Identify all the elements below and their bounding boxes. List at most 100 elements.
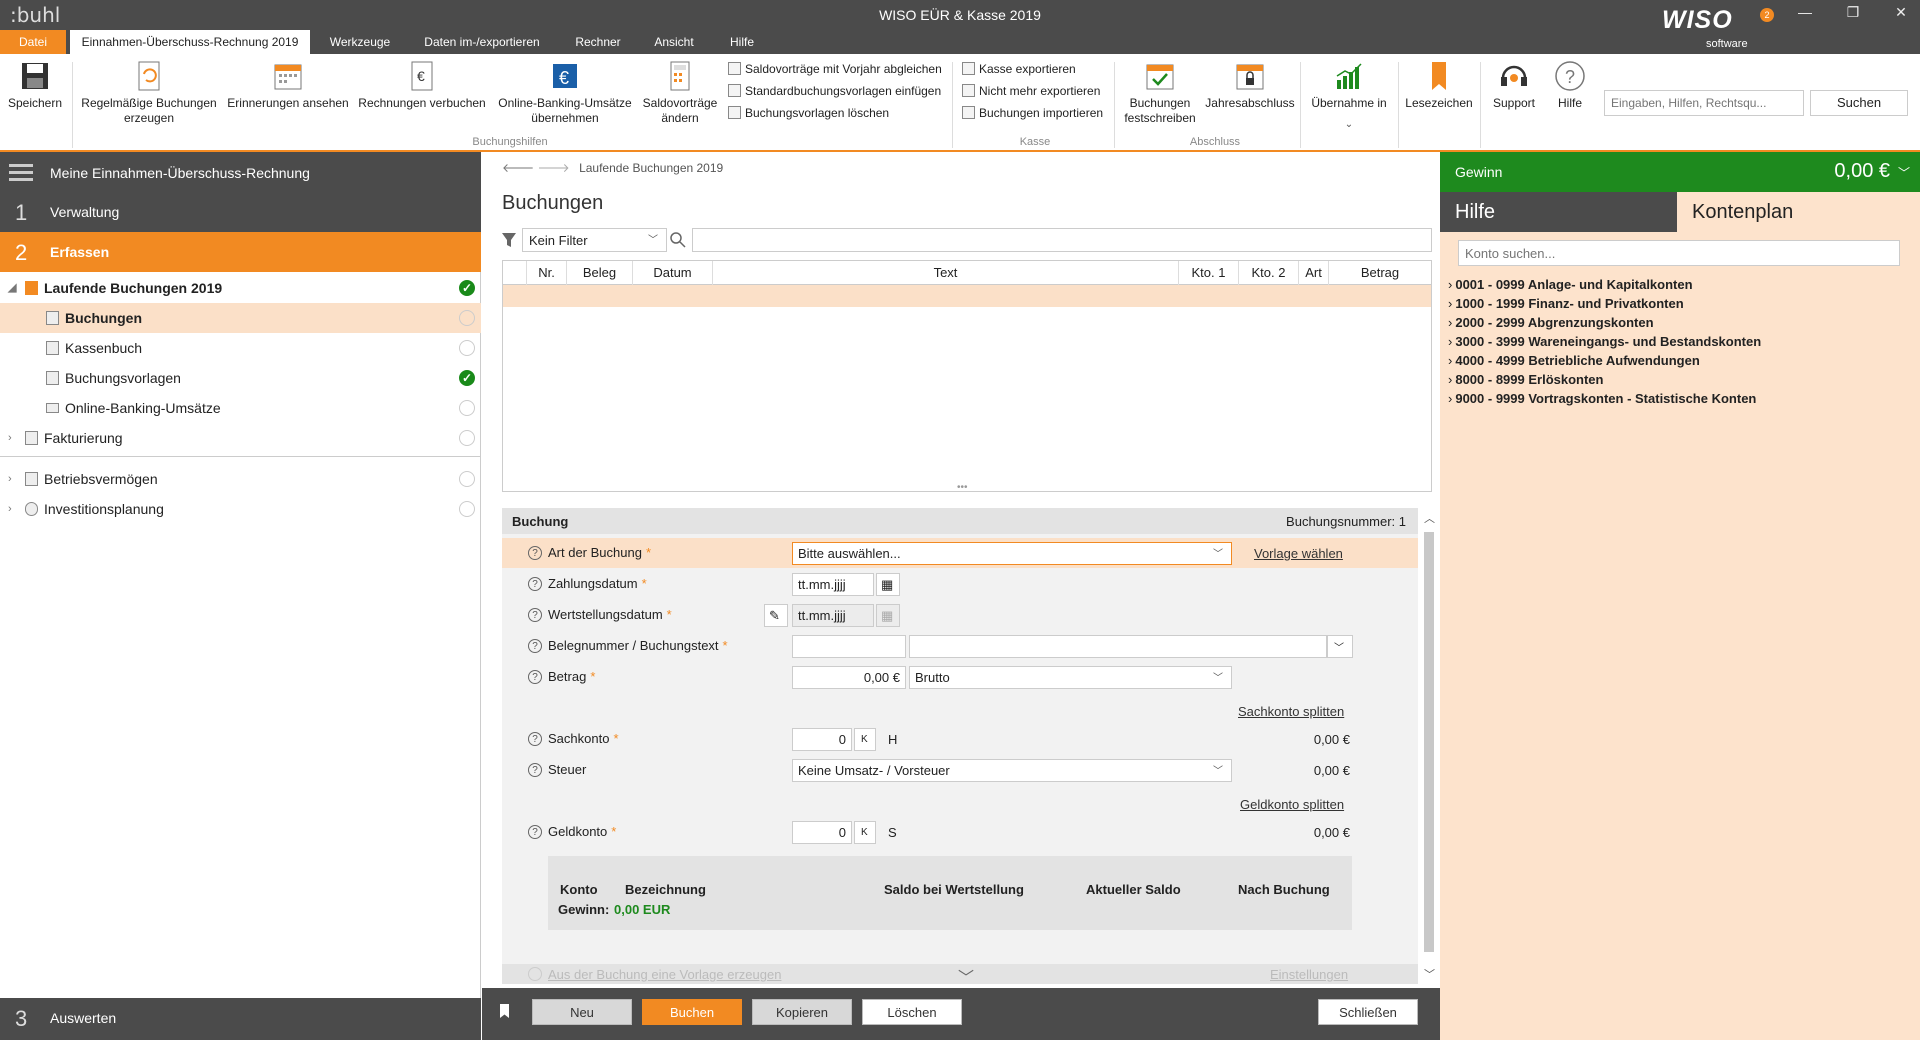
- tab-euer[interactable]: Einnahmen-Überschuss-Rechnung 2019: [70, 30, 310, 54]
- payment-date-input[interactable]: tt.mm.jjjj: [792, 573, 874, 596]
- export-cash-button[interactable]: Kasse exportieren: [962, 60, 1076, 78]
- step-verwaltung[interactable]: 1 Verwaltung: [0, 192, 481, 232]
- grid-search-input[interactable]: [692, 228, 1432, 252]
- money-account-input[interactable]: 0: [792, 821, 852, 844]
- delete-templates-button[interactable]: Buchungsvorlagen löschen: [728, 104, 889, 122]
- art-select[interactable]: Bitte auswählen... ﹀: [792, 542, 1232, 565]
- account-search-input[interactable]: [1458, 240, 1900, 266]
- sidebar-item-fakturierung[interactable]: › Fakturierung: [0, 423, 481, 453]
- document-number-input[interactable]: [792, 635, 906, 658]
- amount-input[interactable]: 0,00 €: [792, 666, 906, 689]
- chevron-down-icon[interactable]: ﹀: [1898, 164, 1910, 181]
- tab-kontenplan[interactable]: Kontenplan: [1677, 192, 1920, 232]
- chevron-down-icon[interactable]: ⌄: [1306, 117, 1392, 132]
- stop-export-button[interactable]: Nicht mehr exportieren: [962, 82, 1100, 100]
- help-circle-icon[interactable]: ?: [528, 608, 542, 622]
- step-auswerten[interactable]: 3 Auswerten: [0, 998, 481, 1040]
- account-lookup-button[interactable]: K: [854, 728, 876, 751]
- sidebar-item-online-banking[interactable]: Online-Banking-Umsätze: [0, 393, 481, 423]
- close-button[interactable]: Schließen: [1318, 999, 1418, 1025]
- ribbon-search-input[interactable]: [1604, 90, 1804, 116]
- account-lookup-button[interactable]: K: [854, 821, 876, 844]
- step-erfassen[interactable]: 2 Erfassen: [0, 232, 481, 272]
- account-group-item[interactable]: › 0001 - 0999 Anlage- und Kapitalkonten: [1448, 275, 1693, 294]
- sidebar-item-investitionsplanung[interactable]: › Investitionsplanung: [0, 494, 481, 524]
- chevron-down-icon[interactable]: ﹀: [958, 964, 974, 988]
- account-group-item[interactable]: › 9000 - 9999 Vortragskonten - Statistisc…: [1448, 389, 1756, 408]
- column-kto2[interactable]: Kto. 2: [1239, 261, 1299, 285]
- sidebar-item-buchungen[interactable]: Buchungen: [0, 303, 481, 333]
- copy-button[interactable]: Kopieren: [752, 999, 852, 1025]
- pencil-icon[interactable]: ✎: [764, 604, 788, 627]
- bookmark-icon[interactable]: [500, 1004, 509, 1018]
- ledger-account-input[interactable]: 0: [792, 728, 852, 751]
- tax-select[interactable]: Keine Umsatz- / Vorsteuer ﹀: [792, 759, 1232, 782]
- tab-ansicht[interactable]: Ansicht: [644, 30, 704, 54]
- save-button[interactable]: Speichern: [4, 60, 66, 111]
- calendar-icon[interactable]: ▦: [876, 573, 900, 596]
- account-group-item[interactable]: › 1000 - 1999 Finanz- und Privatkonten: [1448, 294, 1684, 313]
- help-circle-icon[interactable]: ?: [528, 732, 542, 746]
- chevron-right-icon[interactable]: ›: [8, 423, 12, 453]
- maximize-icon[interactable]: ❐: [1838, 4, 1868, 26]
- settings-link[interactable]: Einstellungen: [1270, 967, 1348, 982]
- account-group-item[interactable]: › 4000 - 4999 Betriebliche Aufwendungen: [1448, 351, 1700, 370]
- table-row[interactable]: [503, 285, 1431, 307]
- delete-button[interactable]: Löschen: [862, 999, 962, 1025]
- recurring-bookings-button[interactable]: Regelmäßige Buchungen erzeugen: [80, 60, 218, 126]
- ribbon-search-button[interactable]: Suchen: [1810, 90, 1908, 116]
- sidebar-item-laufende-buchungen[interactable]: ◢ Laufende Buchungen 2019: [0, 273, 481, 303]
- resize-handle-icon[interactable]: •••: [957, 482, 968, 493]
- help-button[interactable]: ? Hilfe: [1546, 60, 1594, 111]
- invoices-button[interactable]: € Rechnungen verbuchen: [356, 60, 488, 111]
- choose-template-link[interactable]: Vorlage wählen: [1254, 546, 1343, 561]
- compare-balances-button[interactable]: Saldovorträge mit Vorjahr abgleichen: [728, 60, 942, 78]
- column-datum[interactable]: Datum: [633, 261, 713, 285]
- scrollbar-thumb[interactable]: [1424, 532, 1434, 952]
- hamburger-menu-icon[interactable]: [9, 164, 33, 182]
- annual-closing-button[interactable]: Jahresabschluss: [1204, 60, 1296, 111]
- booking-text-input[interactable]: [909, 635, 1327, 658]
- support-button[interactable]: Support: [1486, 60, 1542, 111]
- help-circle-icon[interactable]: ?: [528, 670, 542, 684]
- chevron-right-icon[interactable]: ›: [8, 464, 12, 494]
- split-account-link[interactable]: Sachkonto splitten: [1238, 704, 1344, 719]
- filter-select[interactable]: Kein Filter ﹀: [522, 228, 667, 252]
- chevron-up-icon[interactable]: ︿: [1424, 510, 1435, 526]
- value-date-input[interactable]: tt.mm.jjjj: [792, 604, 874, 627]
- column-art[interactable]: Art: [1299, 261, 1329, 285]
- column-nr[interactable]: Nr.: [527, 261, 567, 285]
- chevron-down-icon[interactable]: ﹀: [1327, 635, 1353, 658]
- online-banking-button[interactable]: € Online-Banking-Umsätze übernehmen: [494, 60, 636, 126]
- account-group-item[interactable]: › 2000 - 2999 Abgrenzungskonten: [1448, 313, 1654, 332]
- create-template-link[interactable]: Aus der Buchung eine Vorlage erzeugen: [548, 967, 781, 982]
- account-group-item[interactable]: › 3000 - 3999 Wareneingangs- und Bestands…: [1448, 332, 1761, 351]
- book-button[interactable]: Buchen: [642, 999, 742, 1025]
- column-beleg[interactable]: Beleg: [567, 261, 633, 285]
- new-button[interactable]: Neu: [532, 999, 632, 1025]
- tab-hilfe[interactable]: Hilfe: [716, 30, 768, 54]
- takeover-button[interactable]: Übernahme in ⌄: [1306, 60, 1392, 132]
- import-bookings-button[interactable]: Buchungen importieren: [962, 104, 1103, 122]
- tab-datei[interactable]: Datei: [0, 30, 66, 54]
- column-betrag[interactable]: Betrag: [1329, 261, 1431, 285]
- chevron-down-icon[interactable]: ﹀: [1424, 966, 1435, 982]
- balances-button[interactable]: Saldovorträge ändern: [640, 60, 720, 126]
- sidebar-item-kassenbuch[interactable]: Kassenbuch: [0, 333, 481, 363]
- insert-templates-button[interactable]: Standardbuchungsvorlagen einfügen: [728, 82, 941, 100]
- help-circle-icon[interactable]: ?: [528, 825, 542, 839]
- back-arrow-icon[interactable]: 🡐: [502, 161, 534, 175]
- chevron-right-icon[interactable]: ›: [8, 494, 12, 524]
- column-text[interactable]: Text: [713, 261, 1179, 285]
- help-circle-icon[interactable]: ?: [528, 763, 542, 777]
- help-circle-icon[interactable]: ?: [528, 546, 542, 560]
- tab-rechner[interactable]: Rechner: [566, 30, 630, 54]
- tab-daten[interactable]: Daten im-/exportieren: [410, 30, 554, 54]
- calendar-icon[interactable]: ▦: [876, 604, 900, 627]
- minimize-icon[interactable]: —: [1790, 4, 1820, 26]
- fix-bookings-button[interactable]: Buchungen festschreiben: [1120, 60, 1200, 126]
- bookmarks-button[interactable]: Lesezeichen: [1404, 60, 1474, 111]
- help-circle-icon[interactable]: ?: [528, 577, 542, 591]
- sidebar-item-betriebsvermoegen[interactable]: › Betriebsvermögen: [0, 464, 481, 494]
- forward-arrow-icon[interactable]: 🡒: [538, 161, 570, 175]
